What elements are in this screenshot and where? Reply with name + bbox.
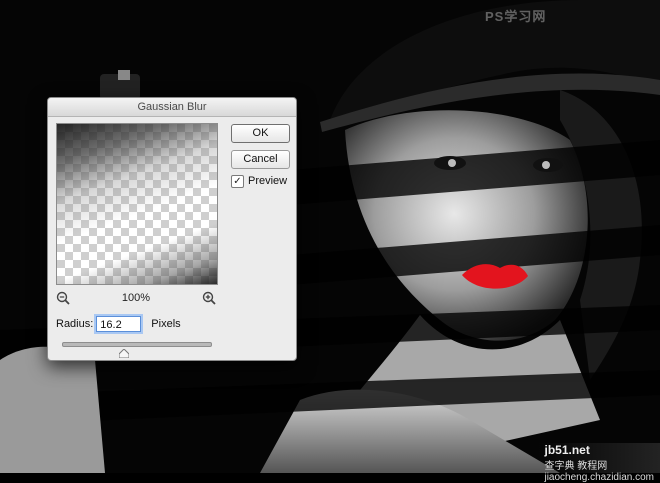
zoom-out-icon[interactable] [56,291,70,305]
radius-slider-track[interactable] [62,342,212,347]
radius-unit-label: Pixels [151,318,181,330]
blur-preview-pane[interactable] [56,123,218,285]
watermark-text: 查字典 教程网 [544,461,608,472]
gaussian-blur-dialog: Gaussian Blur OK Cancel ✓ Preview 100% R… [47,97,297,361]
dialog-title[interactable]: Gaussian Blur [48,98,296,117]
watermark-site: jb51.net [544,443,590,457]
cancel-button[interactable]: Cancel [231,150,290,169]
zoom-level: 100% [121,292,151,304]
watermark-bottom: jb51.net 查字典 教程网 jiaocheng.chazidian.com [538,443,660,483]
radius-input[interactable]: 16.2 [96,316,142,332]
preview-label: Preview [248,175,288,187]
watermark-url: jiaocheng.chazidian.com [544,472,654,483]
preview-checkbox-row[interactable]: ✓ Preview [231,174,287,188]
radius-slider-thumb[interactable] [118,345,130,359]
ok-button[interactable]: OK [231,124,290,143]
zoom-controls: 100% [56,291,216,305]
preview-image [57,124,217,284]
zoom-in-icon[interactable] [202,291,216,305]
preview-checkbox[interactable]: ✓ [231,174,244,188]
radius-label: Radius: [56,318,94,330]
radius-row: Radius: 16.2 Pixels [56,314,181,334]
watermark-top: PS学习网 [485,9,547,24]
